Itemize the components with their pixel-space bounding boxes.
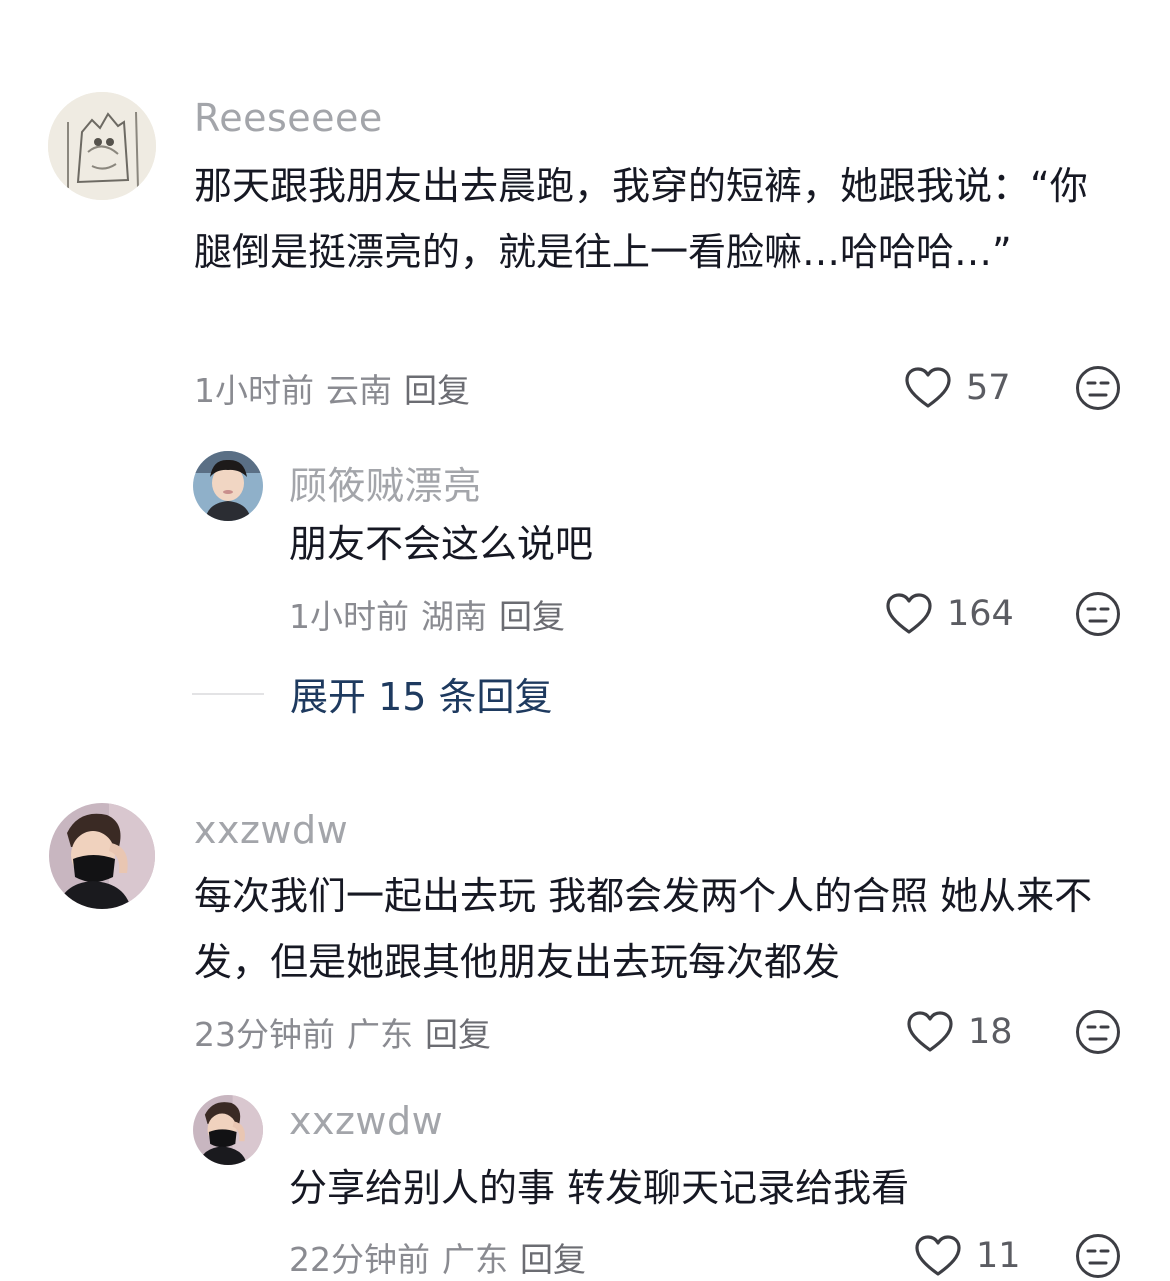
reply-time: 1小时前 [289, 597, 409, 636]
masked-person-avatar [193, 1095, 263, 1165]
heart-icon [907, 1011, 953, 1052]
like-button[interactable]: 164 [885, 592, 1014, 636]
reply-username[interactable]: xxzwdw [289, 1099, 443, 1143]
neutral-face-icon [1076, 592, 1120, 636]
comment-location: 云南 [326, 371, 392, 410]
user-avatar[interactable] [193, 451, 263, 521]
like-count: 11 [976, 1236, 1021, 1276]
neutral-face-icon [1076, 1010, 1120, 1054]
like-count: 18 [968, 1012, 1013, 1052]
sketch-drawing-avatar [48, 92, 156, 200]
reply-button[interactable]: 回复 [520, 1240, 586, 1279]
reply-text: 朋友不会这么说吧 [289, 522, 594, 566]
dislike-button[interactable] [1075, 591, 1121, 637]
reply-location: 广东 [442, 1240, 508, 1279]
dislike-button[interactable] [1075, 365, 1121, 411]
comment-time: 23分钟前 [194, 1015, 335, 1054]
expand-replies-button[interactable]: 展开 15 条回复 [192, 666, 553, 721]
reply-location: 湖南 [421, 597, 487, 636]
like-button[interactable]: 57 [904, 366, 1011, 410]
heart-icon [886, 593, 932, 634]
comment-text: 那天跟我朋友出去晨跑，我穿的短裤，她跟我说：“你腿倒是挺漂亮的，就是往上一看脸嘛… [194, 164, 1088, 274]
comment-text: 每次我们一起出去玩 我都会发两个人的合照 她从来不发，但是她跟其他朋友出去玩每次… [194, 874, 1093, 984]
heart-icon [915, 1235, 961, 1276]
reply-text: 分享给别人的事 转发聊天记录给我看 [289, 1166, 910, 1210]
comment-location: 广东 [347, 1015, 413, 1054]
user-avatar[interactable] [49, 803, 155, 909]
neutral-face-icon [1076, 1234, 1120, 1278]
like-button[interactable]: 18 [906, 1010, 1013, 1054]
heart-icon [905, 367, 951, 408]
user-avatar[interactable] [193, 1095, 263, 1165]
comment-time: 1小时前 [194, 371, 314, 410]
comment-meta: 23分钟前 广东 回复 [194, 1008, 503, 1056]
reply-button[interactable]: 回复 [404, 371, 470, 410]
like-count: 57 [966, 368, 1011, 408]
like-count: 164 [947, 594, 1014, 634]
comment-username[interactable]: xxzwdw [194, 808, 348, 852]
dislike-button[interactable] [1075, 1009, 1121, 1055]
reply-meta: 22分钟前 广东 回复 [289, 1233, 598, 1281]
dislike-button[interactable] [1075, 1233, 1121, 1279]
reply-meta: 1小时前 湖南 回复 [289, 590, 577, 638]
reply-button[interactable]: 回复 [499, 597, 565, 636]
reply-username[interactable]: 顾筱贼漂亮 [289, 455, 482, 510]
reply-button[interactable]: 回复 [425, 1015, 491, 1054]
neutral-face-icon [1076, 366, 1120, 410]
masked-person-avatar [49, 803, 155, 909]
person-photo-avatar [193, 451, 263, 521]
expand-replies-label: 展开 15 条回复 [290, 675, 553, 719]
comment-meta: 1小时前 云南 回复 [194, 364, 482, 412]
like-button[interactable]: 11 [914, 1234, 1021, 1278]
reply-time: 22分钟前 [289, 1240, 430, 1279]
divider-line [192, 692, 264, 695]
user-avatar[interactable] [48, 92, 156, 200]
comment-username[interactable]: Reeseeee [194, 96, 383, 140]
